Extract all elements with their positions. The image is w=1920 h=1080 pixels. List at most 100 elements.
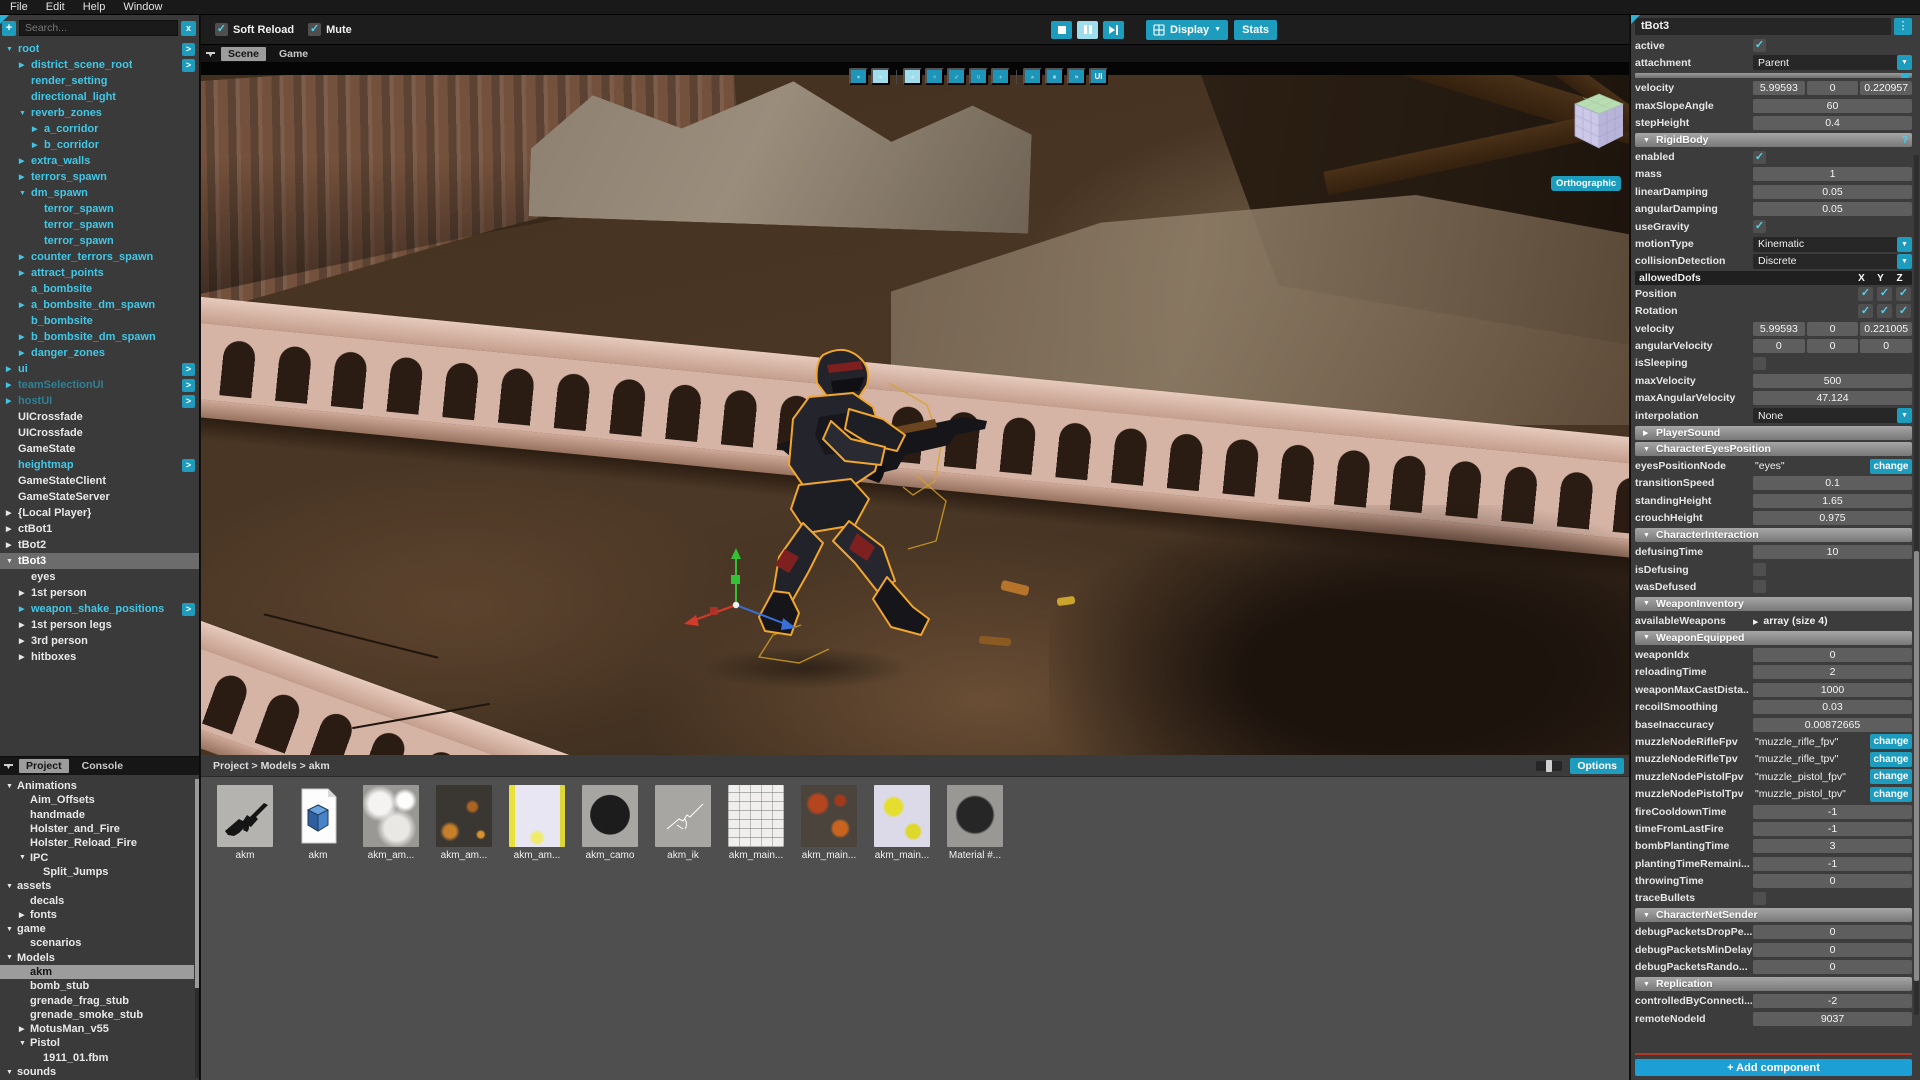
checkbox-unchecked[interactable]: ✓	[1753, 563, 1766, 576]
display-dropdown[interactable]: Display ▼	[1146, 20, 1228, 40]
value-field[interactable]: -1	[1753, 822, 1912, 836]
expand-arrow[interactable]: ▶	[19, 605, 31, 613]
checkbox-checked[interactable]: ✓	[1896, 304, 1911, 318]
tree-item-sounds[interactable]: ▼sounds	[0, 1065, 194, 1079]
section-expand-arrow[interactable]: ▼	[1643, 446, 1656, 453]
step-button[interactable]	[1103, 21, 1124, 39]
value-field[interactable]: 0.975	[1753, 511, 1912, 525]
asset-tile-akm-am[interactable]: akm_am...	[436, 785, 492, 861]
value-field[interactable]: 0.4	[1753, 116, 1912, 130]
snap-magnet-button[interactable]	[1023, 68, 1042, 85]
tree-item-animations[interactable]: ▼Animations	[0, 779, 194, 793]
tree-item-hostui[interactable]: ▶hostUI>	[0, 393, 199, 409]
expand-arrow[interactable]: ▶	[6, 397, 18, 405]
thumbnail-size-slider[interactable]	[1536, 761, 1562, 771]
value-field[interactable]: 0.05	[1753, 185, 1912, 199]
soft-reload-checkbox[interactable]: ✓ Soft Reload	[215, 23, 294, 36]
asset-tile-akm-am[interactable]: akm_am...	[509, 785, 565, 861]
expand-arrow[interactable]: ▶	[19, 333, 31, 341]
expand-arrow[interactable]: ▶	[19, 173, 31, 181]
kebab-menu-button[interactable]: ⋮	[1894, 18, 1912, 35]
value-field[interactable]: 500	[1753, 374, 1912, 388]
tree-item-assets[interactable]: ▼assets	[0, 879, 194, 893]
vector-component-field[interactable]: 0	[1807, 81, 1859, 95]
tree-item-a-bombsite[interactable]: a_bombsite	[0, 281, 199, 297]
section-expand-arrow[interactable]: ▼	[1643, 634, 1656, 641]
section-expand-arrow[interactable]: ▼	[1643, 600, 1656, 607]
section-help-icon[interactable]: ?	[1902, 135, 1908, 146]
expand-arrow[interactable]: ▶	[19, 911, 30, 919]
expand-arrow[interactable]: ▶	[19, 157, 31, 165]
value-field[interactable]: 0	[1753, 874, 1912, 888]
change-button[interactable]: change	[1870, 752, 1912, 767]
change-button[interactable]: change	[1870, 734, 1912, 749]
add-component-button[interactable]: + Add component	[1635, 1059, 1912, 1076]
tree-item-grenade-smoke-stub[interactable]: grenade_smoke_stub	[0, 1008, 194, 1022]
expand-arrow[interactable]: ▶	[19, 621, 31, 629]
dropdown-field[interactable]: Kinematic▼	[1753, 237, 1912, 252]
tree-item-a-bombsite-dm-spawn[interactable]: ▶a_bombsite_dm_spawn	[0, 297, 199, 313]
tree-item-akm[interactable]: akm	[0, 965, 194, 979]
value-field[interactable]: 1	[1753, 167, 1912, 181]
value-field[interactable]: 0	[1753, 648, 1912, 662]
tree-item-fonts[interactable]: ▶fonts	[0, 908, 194, 922]
tree-item-district-scene-root[interactable]: ▶district_scene_root>	[0, 57, 199, 73]
view-pan-button[interactable]	[849, 68, 868, 85]
expand-arrow[interactable]: ▶	[19, 637, 31, 645]
asset-tile-akm[interactable]: akm	[290, 785, 346, 861]
vector-component-field[interactable]: 0	[1807, 339, 1859, 353]
goto-node-chip[interactable]: >	[182, 363, 195, 376]
expand-arrow[interactable]: ▶	[19, 61, 31, 69]
tree-item-decals[interactable]: decals	[0, 893, 194, 907]
asset-tile-akm-main[interactable]: akm_main...	[874, 785, 930, 861]
clear-search-button[interactable]: x	[181, 21, 196, 36]
tree-item-dm-spawn[interactable]: ▼dm_spawn	[0, 185, 199, 201]
menu-edit[interactable]: Edit	[46, 1, 65, 13]
expand-arrow[interactable]: ▶	[6, 365, 18, 373]
tree-item-1st-person-legs[interactable]: ▶1st person legs	[0, 617, 199, 633]
expand-arrow[interactable]: ▶	[32, 141, 44, 149]
expand-arrow[interactable]: ▼	[6, 883, 17, 890]
move-tool[interactable]	[903, 68, 922, 85]
tree-item-models[interactable]: ▼Models	[0, 951, 194, 965]
section-expand-arrow[interactable]: ▼	[1643, 532, 1656, 539]
menu-file[interactable]: File	[10, 1, 28, 13]
section-header-replication[interactable]: ▼Replication	[1635, 977, 1912, 991]
expand-arrow[interactable]: ▼	[19, 110, 31, 117]
translate-gizmo[interactable]	[676, 545, 806, 640]
value-field[interactable]: -1	[1753, 805, 1912, 819]
tree-item-terror-spawn[interactable]: terror_spawn	[0, 233, 199, 249]
value-field[interactable]: 1.65	[1753, 494, 1912, 508]
tree-item-pistol[interactable]: ▼Pistol	[0, 1036, 194, 1050]
tree-item-root[interactable]: ▼root>	[0, 41, 199, 57]
tab-console[interactable]: Console	[75, 759, 130, 773]
expand-arrow[interactable]: ▼	[19, 854, 30, 861]
tree-item-b-bombsite[interactable]: b_bombsite	[0, 313, 199, 329]
tree-item-gamestateclient[interactable]: GameStateClient	[0, 473, 199, 489]
vector-component-field[interactable]: 0	[1753, 339, 1805, 353]
tab-project[interactable]: Project	[19, 759, 69, 773]
tree-item-attract-points[interactable]: ▶attract_points	[0, 265, 199, 281]
value-field[interactable]: 0.1	[1753, 476, 1912, 490]
section-header-characterinteraction[interactable]: ▼CharacterInteraction	[1635, 528, 1912, 542]
section-header-characternetsender[interactable]: ▼CharacterNetSender	[1635, 908, 1912, 922]
change-button[interactable]: change	[1870, 787, 1912, 802]
projection-mode-label[interactable]: Orthographic	[1551, 176, 1621, 191]
tree-item-ui[interactable]: ▶ui>	[0, 361, 199, 377]
expand-arrow[interactable]: ▶	[6, 509, 18, 517]
tree-item-bomb-stub[interactable]: bomb_stub	[0, 979, 194, 993]
chevron-down-icon[interactable]: ▼	[1897, 55, 1912, 70]
menu-help[interactable]: Help	[83, 1, 106, 13]
marquee-select-tool[interactable]	[969, 68, 988, 85]
asset-tile-akm-ik[interactable]: akm_ik	[655, 785, 711, 861]
section-header-weaponequipped[interactable]: ▼WeaponEquipped	[1635, 631, 1912, 645]
universal-tool[interactable]	[991, 68, 1010, 85]
expand-arrow[interactable]: ▼	[19, 1040, 30, 1047]
expand-arrow[interactable]: ▼	[6, 1069, 17, 1076]
checkbox-checked[interactable]: ✓	[1753, 39, 1766, 52]
expand-arrow[interactable]: ▼	[6, 926, 17, 933]
expand-arrow[interactable]: ▶	[19, 349, 31, 357]
node-name-field[interactable]: tBot3	[1635, 18, 1891, 35]
tree-item-danger-zones[interactable]: ▶danger_zones	[0, 345, 199, 361]
value-field[interactable]: 10	[1753, 545, 1912, 559]
